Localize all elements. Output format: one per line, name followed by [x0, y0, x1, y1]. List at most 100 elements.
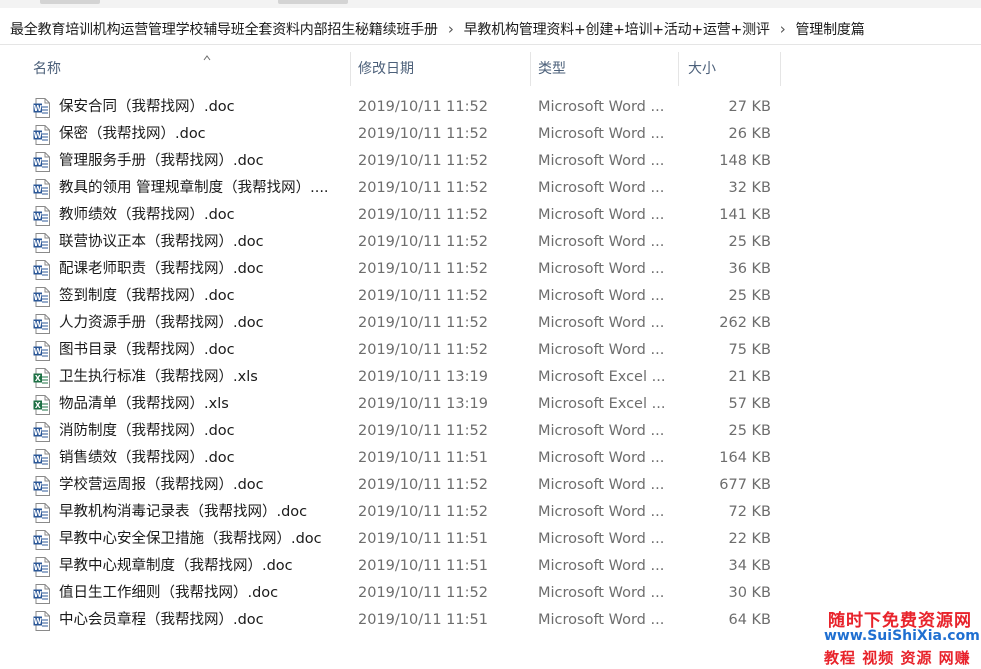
- file-name: 联营协议正本（我帮找网）.doc: [59, 234, 264, 250]
- file-name: 早教中心安全保卫措施（我帮找网）.doc: [59, 531, 322, 547]
- breadcrumb-item[interactable]: 管理制度篇: [796, 19, 865, 39]
- file-row[interactable]: W 配课老师职责（我帮找网）.doc 2019/10/11 11:52 Microso…: [0, 256, 981, 283]
- word-doc-icon: W: [33, 557, 50, 577]
- file-type: Microsoft Word ...: [538, 585, 665, 601]
- file-type: Microsoft Word ...: [538, 207, 665, 223]
- file-size: 72 KB: [728, 504, 771, 520]
- file-modified-date: 2019/10/11 11:52: [358, 288, 488, 304]
- file-type: Microsoft Word ...: [538, 504, 665, 520]
- svg-text:W: W: [34, 131, 43, 140]
- file-type: Microsoft Word ...: [538, 261, 665, 277]
- file-size: 34 KB: [728, 558, 771, 574]
- file-name: 早教机构消毒记录表（我帮找网）.doc: [59, 504, 308, 520]
- file-size: 677 KB: [719, 477, 771, 493]
- file-size: 27 KB: [728, 99, 771, 115]
- word-doc-icon: W: [33, 179, 50, 199]
- file-modified-date: 2019/10/11 11:52: [358, 585, 488, 601]
- file-size: 21 KB: [728, 369, 771, 385]
- svg-text:W: W: [34, 293, 43, 302]
- file-type: Microsoft Word ...: [538, 153, 665, 169]
- file-name: 教具的领用 管理规章制度（我帮找网）....: [59, 180, 329, 196]
- file-name: 保安合同（我帮找网）.doc: [59, 99, 235, 115]
- file-type: Microsoft Word ...: [538, 234, 665, 250]
- column-header-name[interactable]: 名称: [23, 52, 351, 86]
- file-row[interactable]: W 早教机构消毒记录表（我帮找网）.doc 2019/10/11 11:52 Micr…: [0, 499, 981, 526]
- breadcrumb-item[interactable]: 最全教育培训机构运营管理学校辅导班全套资料内部招生秘籍续班手册: [10, 19, 438, 39]
- file-type: Microsoft Word ...: [538, 99, 665, 115]
- file-row[interactable]: W 保密（我帮找网）.doc 2019/10/11 11:52 Microsoft W…: [0, 121, 981, 148]
- breadcrumb-item[interactable]: 早教机构管理资料+创建+培训+活动+运营+测评: [464, 19, 770, 39]
- file-size: 75 KB: [728, 342, 771, 358]
- file-type: Microsoft Word ...: [538, 558, 665, 574]
- file-type: Microsoft Word ...: [538, 531, 665, 547]
- file-name: 签到制度（我帮找网）.doc: [59, 288, 235, 304]
- file-type: Microsoft Word ...: [538, 315, 665, 331]
- file-size: 25 KB: [728, 423, 771, 439]
- file-row[interactable]: W 人力资源手册（我帮找网）.doc 2019/10/11 11:52 Microso…: [0, 310, 981, 337]
- word-doc-icon: W: [33, 233, 50, 253]
- file-modified-date: 2019/10/11 11:52: [358, 477, 488, 493]
- svg-text:W: W: [34, 536, 43, 545]
- svg-text:W: W: [34, 185, 43, 194]
- file-type: Microsoft Word ...: [538, 288, 665, 304]
- watermark-logo: 随时下免费资源网 www.SuiShiXia.com 教程 视频 资源 网赚: [820, 606, 980, 668]
- file-name: 销售绩效（我帮找网）.doc: [59, 450, 235, 466]
- column-header-type[interactable]: 类型: [531, 52, 679, 86]
- file-row[interactable]: W 早教中心安全保卫措施（我帮找网）.doc 2019/10/11 11:51 Mic…: [0, 526, 981, 553]
- svg-text:W: W: [34, 266, 43, 275]
- file-size: 22 KB: [728, 531, 771, 547]
- file-row[interactable]: W 联营协议正本（我帮找网）.doc 2019/10/11 11:52 Microso…: [0, 229, 981, 256]
- word-doc-icon: W: [33, 287, 50, 307]
- file-size: 32 KB: [728, 180, 771, 196]
- svg-text:W: W: [34, 617, 43, 626]
- file-name: 学校营运周报（我帮找网）.doc: [59, 477, 264, 493]
- svg-text:W: W: [34, 482, 43, 491]
- file-modified-date: 2019/10/11 11:52: [358, 126, 488, 142]
- chevron-right-icon[interactable]: ›: [780, 20, 786, 38]
- file-row[interactable]: W 消防制度（我帮找网）.doc 2019/10/11 11:52 Microsoft…: [0, 418, 981, 445]
- word-doc-icon: W: [33, 611, 50, 631]
- file-name: 卫生执行标准（我帮找网）.xls: [59, 369, 258, 385]
- file-size: 141 KB: [719, 207, 771, 223]
- file-row[interactable]: W 值日生工作细则（我帮找网）.doc 2019/10/11 11:52 Micros…: [0, 580, 981, 607]
- word-doc-icon: W: [33, 422, 50, 442]
- column-header-date-label: 修改日期: [358, 61, 414, 77]
- sort-ascending-icon: [203, 55, 211, 61]
- svg-text:W: W: [34, 563, 43, 572]
- breadcrumb: 最全教育培训机构运营管理学校辅导班全套资料内部招生秘籍续班手册 › 早教机构管理…: [0, 13, 981, 45]
- file-modified-date: 2019/10/11 11:51: [358, 558, 488, 574]
- file-modified-date: 2019/10/11 11:52: [358, 315, 488, 331]
- word-doc-icon: W: [33, 584, 50, 604]
- file-type: Microsoft Word ...: [538, 450, 665, 466]
- excel-xls-icon: X: [33, 395, 50, 415]
- svg-text:W: W: [34, 509, 43, 518]
- file-row[interactable]: W 签到制度（我帮找网）.doc 2019/10/11 11:52 Microsoft…: [0, 283, 981, 310]
- file-row[interactable]: X 物品清单（我帮找网）.xls 2019/10/11 13:19 Microsoft…: [0, 391, 981, 418]
- file-name: 消防制度（我帮找网）.doc: [59, 423, 235, 439]
- file-row[interactable]: W 早教中心规章制度（我帮找网）.doc 2019/10/11 11:51 Micro…: [0, 553, 981, 580]
- file-row[interactable]: W 销售绩效（我帮找网）.doc 2019/10/11 11:51 Microsoft…: [0, 445, 981, 472]
- file-row[interactable]: W 保安合同（我帮找网）.doc 2019/10/11 11:52 Microsoft…: [0, 94, 981, 121]
- file-size: 57 KB: [728, 396, 771, 412]
- file-row[interactable]: W 教师绩效（我帮找网）.doc 2019/10/11 11:52 Microsoft…: [0, 202, 981, 229]
- svg-text:X: X: [35, 374, 41, 383]
- word-doc-icon: W: [33, 476, 50, 496]
- file-row[interactable]: X 卫生执行标准（我帮找网）.xls 2019/10/11 13:19 Microso…: [0, 364, 981, 391]
- word-doc-icon: W: [33, 314, 50, 334]
- file-row[interactable]: W 图书目录（我帮找网）.doc 2019/10/11 11:52 Microsoft…: [0, 337, 981, 364]
- file-modified-date: 2019/10/11 11:52: [358, 342, 488, 358]
- svg-text:W: W: [34, 158, 43, 167]
- file-modified-date: 2019/10/11 11:52: [358, 504, 488, 520]
- column-header-date[interactable]: 修改日期: [351, 52, 531, 86]
- file-size: 262 KB: [719, 315, 771, 331]
- column-header-size[interactable]: 大小: [679, 52, 781, 86]
- file-size: 148 KB: [719, 153, 771, 169]
- file-modified-date: 2019/10/11 11:51: [358, 612, 488, 628]
- file-modified-date: 2019/10/11 11:52: [358, 99, 488, 115]
- file-row[interactable]: W 教具的领用 管理规章制度（我帮找网）.... 2019/10/11 11:52 M…: [0, 175, 981, 202]
- svg-text:W: W: [34, 320, 43, 329]
- file-modified-date: 2019/10/11 11:52: [358, 180, 488, 196]
- file-row[interactable]: W 管理服务手册（我帮找网）.doc 2019/10/11 11:52 Microso…: [0, 148, 981, 175]
- chevron-right-icon[interactable]: ›: [448, 20, 454, 38]
- file-row[interactable]: W 学校营运周报（我帮找网）.doc 2019/10/11 11:52 Microso…: [0, 472, 981, 499]
